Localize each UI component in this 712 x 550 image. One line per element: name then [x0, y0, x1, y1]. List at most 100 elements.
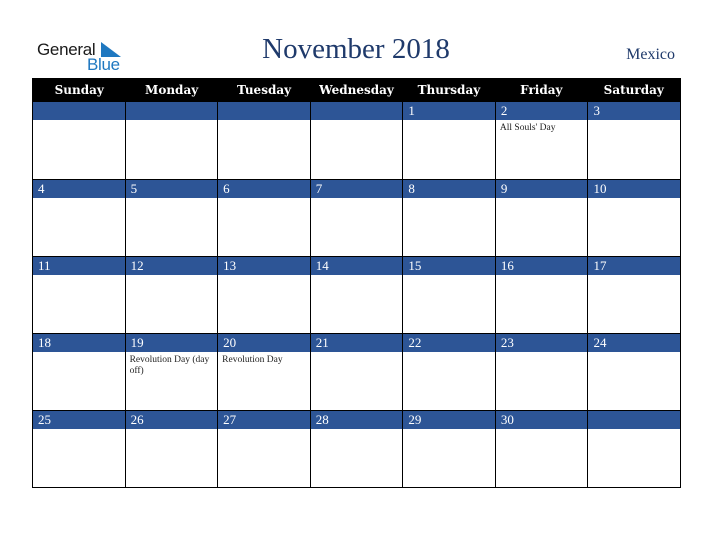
day-cell[interactable]: 15	[402, 257, 495, 333]
week-row: 25 26 27 28 29 30	[33, 410, 681, 487]
day-number: 25	[33, 411, 125, 429]
day-cell[interactable]: 30	[494, 411, 588, 487]
week-row: 1 2 All Souls' Day 3	[33, 102, 681, 179]
holiday-label	[311, 120, 403, 123]
day-number: 6	[218, 180, 310, 198]
day-number: 3	[588, 102, 681, 120]
weekday-monday: Monday	[145, 83, 199, 97]
day-number: 22	[403, 334, 495, 352]
day-cell[interactable]: 20 Revolution Day	[217, 334, 310, 410]
day-cell[interactable]: 8	[402, 180, 495, 256]
day-cell[interactable]: 16	[494, 257, 588, 333]
holiday-label	[126, 120, 218, 123]
holiday-label	[496, 429, 588, 432]
day-number: 30	[495, 411, 588, 429]
day-cell[interactable]: 19 Revolution Day (day off)	[124, 334, 218, 410]
day-cell[interactable]: 27	[217, 411, 310, 487]
day-cell[interactable]: 12	[124, 257, 218, 333]
day-number: 20	[218, 334, 310, 352]
holiday-label	[588, 198, 680, 201]
day-cell[interactable]: 11	[33, 257, 125, 333]
day-number: 21	[310, 334, 403, 352]
holiday-label	[403, 352, 495, 355]
holiday-label	[496, 352, 588, 355]
day-number	[125, 102, 218, 120]
day-cell[interactable]	[309, 102, 403, 179]
day-cell[interactable]	[33, 102, 125, 179]
day-number: 11	[33, 257, 125, 275]
day-cell[interactable]: 13	[217, 257, 310, 333]
day-cell[interactable]: 26	[124, 411, 218, 487]
holiday-label	[588, 429, 680, 432]
day-number: 8	[403, 180, 495, 198]
holiday-label	[588, 275, 680, 278]
day-cell[interactable]: 3	[587, 102, 681, 179]
day-cell[interactable]: 9	[494, 180, 588, 256]
day-number: 14	[310, 257, 403, 275]
holiday-label	[311, 275, 403, 278]
day-cell[interactable]: 5	[124, 180, 218, 256]
day-cell[interactable]: 10	[587, 180, 681, 256]
holiday-label	[588, 352, 680, 355]
day-number: 10	[588, 180, 681, 198]
holiday-label	[403, 275, 495, 278]
day-cell[interactable]	[217, 102, 310, 179]
holiday-label	[126, 429, 218, 432]
day-cell[interactable]: 4	[33, 180, 125, 256]
holiday-label	[33, 198, 125, 201]
day-number: 19	[125, 334, 218, 352]
day-number: 13	[218, 257, 310, 275]
day-number: 15	[403, 257, 495, 275]
day-cell[interactable]: 6	[217, 180, 310, 256]
day-cell[interactable]	[587, 411, 681, 487]
day-number: 18	[33, 334, 125, 352]
holiday-label	[311, 198, 403, 201]
day-number: 4	[33, 180, 125, 198]
country-label: Mexico	[626, 46, 675, 63]
day-number: 26	[125, 411, 218, 429]
weekday-tuesday: Tuesday	[237, 83, 292, 97]
holiday-label	[33, 275, 125, 278]
day-cell[interactable]: 25	[33, 411, 125, 487]
page-title: November 2018	[262, 33, 450, 65]
week-row: 18 19 Revolution Day (day off) 20 Revolution…	[33, 333, 681, 410]
weekday-saturday: Saturday	[603, 83, 664, 97]
holiday-label	[218, 120, 310, 123]
day-cell[interactable]: 14	[309, 257, 403, 333]
day-number: 28	[310, 411, 403, 429]
holiday-label	[496, 275, 588, 278]
day-number: 23	[495, 334, 588, 352]
day-number: 16	[495, 257, 588, 275]
weekday-thursday: Thursday	[417, 83, 481, 97]
day-cell[interactable]: 29	[402, 411, 495, 487]
day-cell[interactable]: 2 All Souls' Day	[494, 102, 588, 179]
day-number: 9	[495, 180, 588, 198]
day-cell[interactable]: 21	[309, 334, 403, 410]
day-cell[interactable]: 22	[402, 334, 495, 410]
weekday-wednesday: Wednesday	[319, 83, 394, 97]
holiday-label	[33, 120, 125, 123]
day-cell[interactable]: 1	[402, 102, 495, 179]
holiday-label	[311, 429, 403, 432]
holiday-label	[218, 275, 310, 278]
holiday-label	[311, 352, 403, 355]
holiday-label	[126, 198, 218, 201]
day-cell[interactable]: 28	[309, 411, 403, 487]
day-number	[588, 411, 681, 429]
day-cell[interactable]: 7	[309, 180, 403, 256]
day-cell[interactable]: 18	[33, 334, 125, 410]
day-number	[218, 102, 310, 120]
holiday-label: Revolution Day (day off)	[129, 355, 210, 376]
day-number	[33, 102, 125, 120]
holiday-label	[403, 198, 495, 201]
day-number: 7	[310, 180, 403, 198]
week-row: 11 12 13 14 15 16 17	[33, 256, 681, 333]
day-cell[interactable]: 23	[494, 334, 588, 410]
calendar-grid: Sunday Monday Tuesday Wednesday Thursday Frid…	[32, 78, 681, 488]
holiday-label: All Souls' Day	[499, 123, 556, 133]
day-cell[interactable]: 17	[587, 257, 681, 333]
weekday-header: Sunday Monday Tuesday Wednesday Thursday Frid…	[33, 78, 680, 102]
holiday-label	[33, 429, 125, 432]
day-cell[interactable]	[124, 102, 218, 179]
day-cell[interactable]: 24	[587, 334, 681, 410]
